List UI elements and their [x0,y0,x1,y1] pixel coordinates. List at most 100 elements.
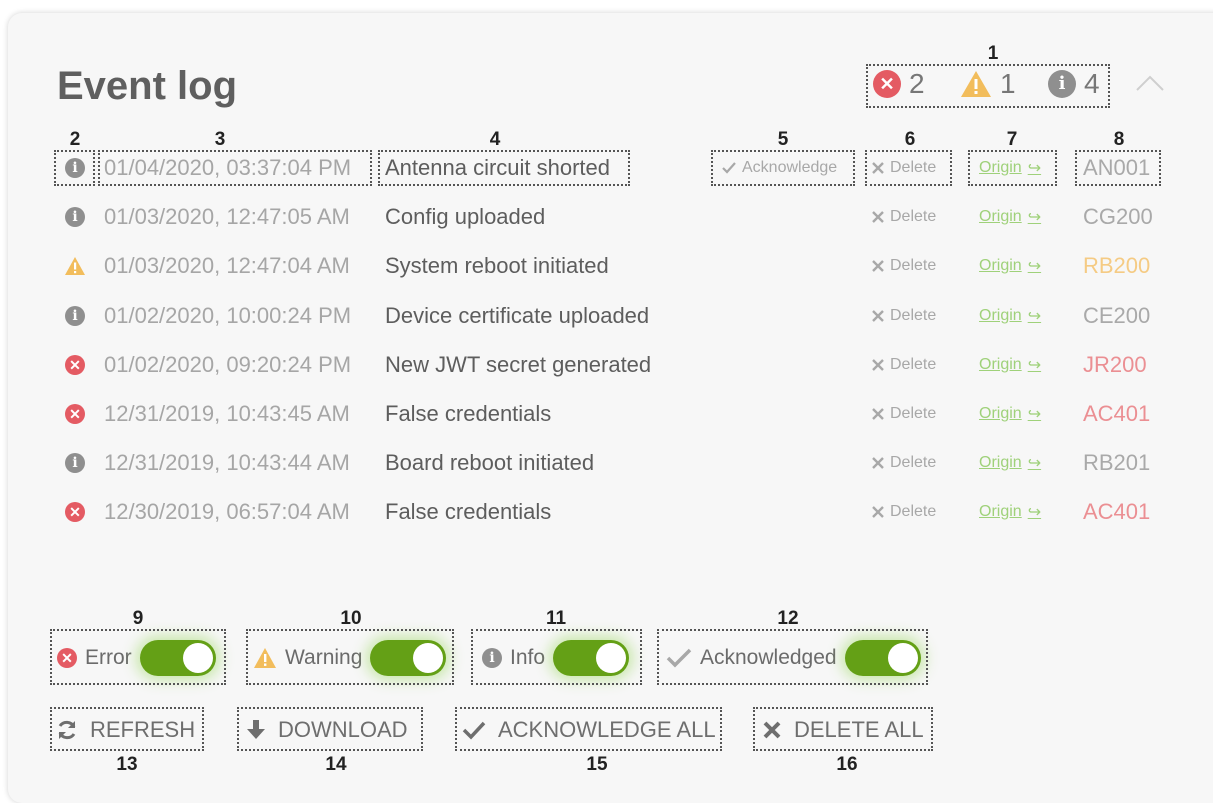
delete-button[interactable]: Delete [872,197,936,237]
origin-label: Origin [979,454,1022,471]
origin-label: Origin [979,307,1022,324]
delete-button[interactable]: Delete [872,443,936,483]
event-code: AC401 [1083,499,1151,524]
event-message: Board reboot initiated [385,450,595,475]
severity-cell: i [63,443,87,483]
annotation-number: 16 [836,754,858,775]
event-message: System reboot initiated [385,253,609,278]
close-icon [872,408,884,420]
origin-link[interactable]: Origin ↪ [979,246,1041,286]
event-row: i 12/31/2019, 10:43:44 AM Board reboot ini… [0,443,1213,483]
event-code: RB201 [1083,450,1151,475]
event-message: Config uploaded [385,204,546,229]
delete-button[interactable]: Delete [872,394,936,434]
delete-label: Delete [890,257,937,274]
annotation-box-9 [50,629,226,685]
event-timestamp: 12/30/2019, 06:57:04 AM [104,499,350,524]
event-code: RB200 [1083,253,1151,278]
event-row: i 01/03/2020, 12:47:05 AM Config uploaded D… [0,197,1213,237]
annotation-box-5 [711,150,855,186]
delete-label: Delete [890,405,937,422]
event-code: AC401 [1083,401,1151,426]
close-icon [872,457,884,469]
origin-link[interactable]: Origin ↪ [979,492,1041,532]
collapse-button[interactable] [1135,72,1165,94]
annotation-number: 5 [777,129,789,150]
return-arrow-icon: ↪ [1027,308,1042,325]
origin-link[interactable]: Origin ↪ [979,394,1041,434]
delete-label: Delete [890,307,937,324]
event-code: CE200 [1083,303,1151,328]
return-arrow-icon: ↪ [1027,258,1042,275]
origin-link[interactable]: Origin ↪ [979,296,1041,336]
event-message: New JWT secret generated [385,352,652,377]
annotation-box-14 [237,707,423,751]
annotation-number: 9 [132,608,144,629]
annotation-number: 7 [1006,129,1018,150]
delete-button[interactable]: Delete [872,492,936,532]
error-icon: ✕ [65,355,85,375]
severity-cell: i [63,296,87,336]
error-icon: ✕ [65,502,85,522]
delete-label: Delete [890,208,937,225]
annotation-box-13 [50,707,204,751]
annotation-box-12 [657,629,928,685]
annotation-number: 1 [987,43,999,64]
annotation-box-3 [98,150,372,186]
annotation-number: 4 [489,129,501,150]
annotation-box-7 [968,150,1057,186]
severity-cell [63,246,87,286]
origin-label: Origin [979,257,1022,274]
event-row: ✕ 01/02/2020, 09:20:24 PM New JWT secret g… [0,345,1213,385]
close-icon [872,260,884,272]
annotation-box-11 [471,629,642,685]
delete-button[interactable]: Delete [872,246,936,286]
event-timestamp: 01/02/2020, 10:00:24 PM [104,303,352,328]
origin-link[interactable]: Origin ↪ [979,345,1041,385]
event-timestamp: 01/03/2020, 12:47:04 AM [104,253,350,278]
delete-label: Delete [890,356,937,373]
delete-button[interactable]: Delete [872,345,936,385]
origin-label: Origin [979,503,1022,520]
annotation-box-15 [455,707,722,751]
event-timestamp: 01/03/2020, 12:47:05 AM [104,204,350,229]
event-message: False credentials [385,401,552,426]
severity-cell: ✕ [63,394,87,434]
close-icon [872,211,884,223]
origin-label: Origin [979,405,1022,422]
delete-label: Delete [890,503,937,520]
delete-label: Delete [890,454,937,471]
event-timestamp: 01/02/2020, 09:20:24 PM [104,352,352,377]
annotation-box-6 [865,150,952,186]
annotation-number: 14 [325,754,347,775]
return-arrow-icon: ↪ [1027,357,1042,374]
annotation-number: 15 [586,754,608,775]
event-row: ✕ 12/31/2019, 10:43:45 AM False credential… [0,394,1213,434]
return-arrow-icon: ↪ [1027,209,1042,226]
origin-link[interactable]: Origin ↪ [979,197,1041,237]
return-arrow-icon: ↪ [1027,455,1042,472]
origin-link[interactable]: Origin ↪ [979,443,1041,483]
severity-cell: ✕ [63,345,87,385]
annotation-number: 11 [545,608,567,629]
annotation-number: 10 [340,608,362,629]
event-row: 01/03/2020, 12:47:04 AM System reboot ini… [0,246,1213,286]
severity-cell: i [63,197,87,237]
annotation-number: 8 [1113,129,1125,150]
return-arrow-icon: ↪ [1027,406,1042,423]
annotation-box-10 [246,629,454,685]
event-row: ✕ 12/30/2019, 06:57:04 AM False credential… [0,492,1213,532]
severity-cell: ✕ [63,492,87,532]
event-timestamp: 12/31/2019, 10:43:45 AM [104,401,350,426]
annotation-number: 6 [904,129,916,150]
delete-button[interactable]: Delete [872,296,936,336]
event-code: CG200 [1083,204,1153,229]
annotation-number: 3 [214,129,226,150]
origin-label: Origin [979,356,1022,373]
info-icon: i [65,207,85,227]
close-icon [872,506,884,518]
event-message: Device certificate uploaded [385,303,650,328]
annotation-number: 2 [69,129,81,150]
annotation-number: 12 [777,608,799,629]
page-title: Event log [57,64,238,108]
